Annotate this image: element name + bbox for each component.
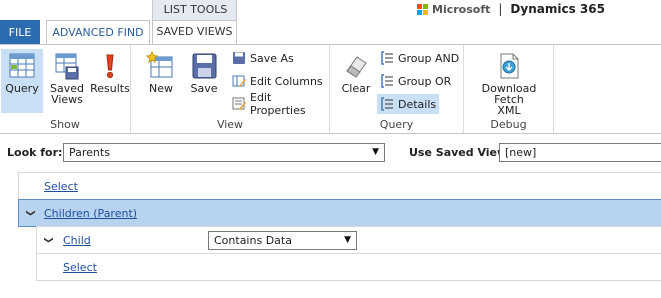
save-as-label: Save As [250, 51, 294, 65]
new-view-icon [145, 50, 176, 81]
new-button[interactable]: New [141, 49, 181, 113]
download-fetch-xml-button[interactable]: Download Fetch XML [469, 49, 549, 117]
saved-view-value: [new] [505, 146, 537, 159]
query-criteria: Select ❯ Children (Parent) ❯ Child Conta… [18, 172, 661, 298]
chevron-down-icon[interactable]: ❯ [25, 209, 35, 217]
chevron-down-icon[interactable]: ❯ [43, 236, 53, 244]
look-for-value: Parents [69, 146, 110, 159]
exclamation-icon [95, 51, 125, 81]
group-or-icon [380, 74, 394, 88]
nested-select-link[interactable]: Select [63, 261, 97, 274]
results-button-label: Results [90, 82, 130, 95]
query-row-select: Select [18, 172, 661, 200]
saved-view-label: Use Saved View: [409, 146, 512, 159]
floppy-disk-icon [189, 51, 219, 81]
edit-columns-button[interactable]: Edit Columns [229, 71, 326, 91]
microsoft-logo-icon [417, 3, 428, 15]
look-for-select[interactable]: Parents ▼ [63, 143, 385, 162]
new-button-label: New [149, 82, 173, 95]
ribbon: Query Saved Views Results Show New Save … [0, 44, 661, 134]
operator-value: Contains Data [214, 234, 292, 247]
download-label-1: Download Fetch [481, 82, 537, 106]
group-and-icon [380, 51, 394, 65]
edit-columns-icon [232, 74, 246, 88]
saved-view-select[interactable]: [new] [499, 143, 661, 162]
query-grid-icon [7, 51, 37, 81]
group-and-button[interactable]: Group AND [377, 48, 462, 68]
ribbon-group-view: New Save Save As Edit Columns Edit Prope… [131, 45, 330, 133]
save-as-icon [232, 51, 246, 65]
save-as-button[interactable]: Save As [229, 48, 297, 68]
query-row-condition: ❯ Child Contains Data ▼ [36, 226, 661, 254]
chevron-down-icon: ▼ [372, 147, 379, 157]
chevron-down-icon: ▼ [344, 235, 351, 245]
saved-views-label-2: Views [51, 93, 83, 106]
edit-properties-button[interactable]: Edit Properties [229, 91, 329, 117]
download-xml-icon [494, 51, 524, 81]
ribbon-group-query: Clear Group AND Group OR Details Query [330, 45, 464, 133]
edit-properties-icon [232, 97, 246, 111]
group-label-show: Show [50, 118, 80, 131]
save-button[interactable]: Save [184, 49, 224, 113]
tab-advanced-find[interactable]: ADVANCED FIND [46, 20, 150, 45]
eraser-icon [341, 51, 371, 81]
tab-saved-views[interactable]: SAVED VIEWS [152, 20, 237, 45]
group-and-label: Group AND [398, 51, 460, 65]
tab-file[interactable]: FILE [0, 20, 40, 45]
context-group-label: LIST TOOLS [163, 3, 228, 16]
query-button[interactable]: Query [1, 49, 43, 113]
save-button-label: Save [190, 82, 218, 95]
group-or-button[interactable]: Group OR [377, 71, 454, 91]
details-button[interactable]: Details [377, 94, 440, 114]
query-button-label: Query [5, 82, 39, 95]
details-label: Details [398, 97, 437, 111]
group-label-debug: Debug [490, 118, 527, 131]
saved-views-button[interactable]: Saved Views [46, 49, 88, 113]
brand-microsoft: Microsoft [432, 2, 491, 16]
query-row-nested-select: Select [36, 253, 661, 281]
edit-columns-label: Edit Columns [250, 74, 323, 88]
group-or-label: Group OR [398, 74, 452, 88]
brand-product: Dynamics 365 [510, 2, 605, 16]
group-label-view: View [216, 118, 244, 131]
field-link[interactable]: Child [63, 234, 91, 247]
results-button[interactable]: Results [89, 49, 131, 113]
ribbon-tab-strip: FILE ADVANCED FIND LIST TOOLS SAVED VIEW… [0, 0, 661, 45]
ribbon-group-debug: Download Fetch XML Debug [464, 45, 554, 133]
details-icon [380, 97, 394, 111]
saved-views-icon [52, 51, 82, 81]
clear-button[interactable]: Clear [338, 49, 374, 113]
select-field-link[interactable]: Select [44, 180, 78, 193]
download-label-2: XML [497, 104, 521, 117]
operator-select[interactable]: Contains Data ▼ [208, 231, 357, 250]
edit-properties-label: Edit Properties [250, 91, 306, 117]
look-for-label: Look for: [7, 146, 63, 159]
brand: Microsoft | Dynamics 365 [417, 2, 605, 16]
query-row-relationship[interactable]: ❯ Children (Parent) [18, 199, 661, 227]
clear-button-label: Clear [341, 82, 371, 95]
brand-separator: | [498, 2, 503, 16]
group-label-query: Query [379, 118, 414, 131]
look-for-row: Look for: Parents ▼ Use Saved View: [new… [0, 140, 661, 164]
ribbon-group-show: Query Saved Views Results Show [0, 45, 131, 133]
relationship-link[interactable]: Children (Parent) [44, 207, 137, 220]
